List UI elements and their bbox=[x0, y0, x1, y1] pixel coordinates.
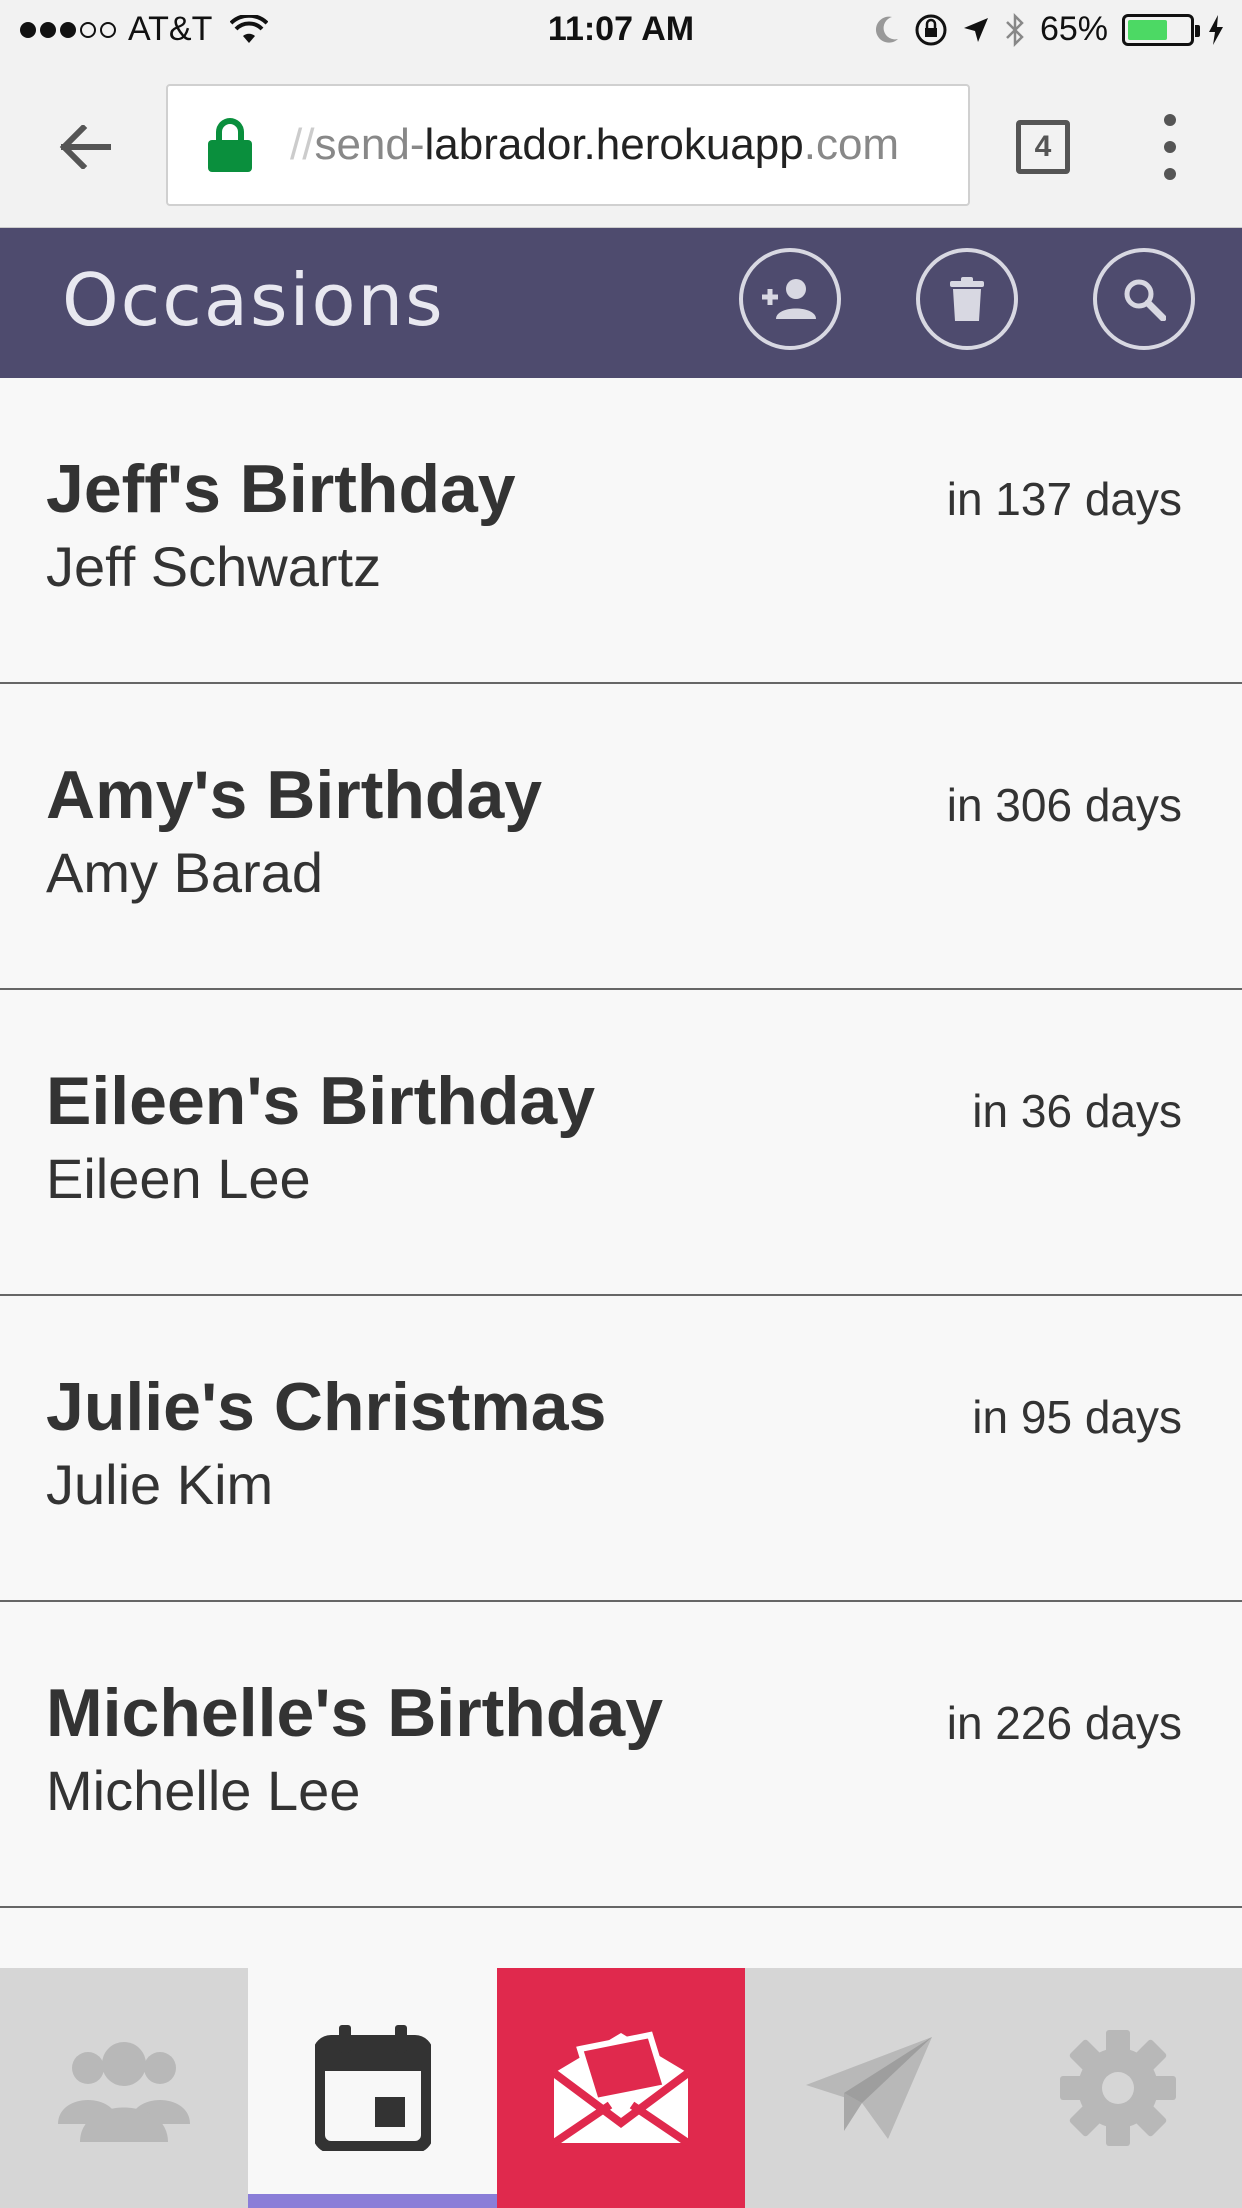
overflow-menu-button[interactable] bbox=[1152, 114, 1188, 180]
app-header: Occasions bbox=[0, 228, 1242, 378]
nav-sent[interactable] bbox=[745, 1968, 993, 2208]
battery-icon bbox=[1122, 13, 1200, 46]
nav-compose[interactable] bbox=[496, 1968, 746, 2208]
occasion-list: Jeff's Birthday Jeff Schwartz in 137 day… bbox=[0, 378, 1242, 1908]
nav-calendar[interactable] bbox=[248, 1968, 498, 2208]
envelope-icon bbox=[551, 2031, 691, 2147]
paper-plane-icon bbox=[806, 2037, 933, 2139]
list-item[interactable]: Julie's Christmas Julie Kim in 95 days bbox=[0, 1296, 1242, 1602]
add-person-icon bbox=[762, 279, 816, 319]
url-text: //send-labrador.herokuapp.com bbox=[290, 120, 900, 169]
page-title: Occasions bbox=[62, 258, 445, 342]
occasion-countdown: in 226 days bbox=[946, 1697, 1182, 1749]
occasion-title: Jeff's Birthday bbox=[46, 451, 516, 527]
occasion-title: Amy's Birthday bbox=[46, 757, 543, 833]
delete-button[interactable] bbox=[916, 248, 1018, 350]
add-person-button[interactable] bbox=[739, 248, 841, 350]
occasion-person: Eileen Lee bbox=[46, 1147, 311, 1210]
occasion-person: Michelle Lee bbox=[46, 1759, 361, 1822]
search-button[interactable] bbox=[1093, 248, 1195, 350]
occasion-person: Jeff Schwartz bbox=[46, 535, 382, 598]
arrow-left-icon bbox=[59, 125, 111, 169]
rotation-lock-icon bbox=[915, 14, 947, 45]
nav-settings[interactable] bbox=[994, 1968, 1242, 2208]
search-icon bbox=[1124, 279, 1166, 321]
list-item[interactable]: Eileen's Birthday Eileen Lee in 36 days bbox=[0, 990, 1242, 1296]
gear-icon bbox=[1059, 2030, 1176, 2146]
status-bar: AT&T 11:07 AM 65% bbox=[0, 0, 1242, 62]
location-arrow-icon bbox=[963, 17, 988, 42]
occasion-countdown: in 306 days bbox=[946, 779, 1182, 831]
tab-switcher-button[interactable]: 4 bbox=[1016, 120, 1070, 174]
occasion-countdown: in 137 days bbox=[946, 473, 1182, 525]
bluetooth-icon bbox=[1006, 12, 1024, 47]
occasion-person: Julie Kim bbox=[46, 1453, 274, 1516]
charging-bolt-icon bbox=[1209, 14, 1223, 45]
occasion-title: Michelle's Birthday bbox=[46, 1675, 664, 1751]
lock-icon bbox=[208, 118, 252, 172]
trash-icon bbox=[950, 277, 984, 321]
list-item[interactable]: Jeff's Birthday Jeff Schwartz in 137 day… bbox=[0, 378, 1242, 684]
occasion-title: Eileen's Birthday bbox=[46, 1063, 596, 1139]
list-item[interactable]: Michelle's Birthday Michelle Lee in 226 … bbox=[0, 1602, 1242, 1908]
calendar-icon bbox=[314, 2025, 431, 2151]
battery-percent: 65% bbox=[1039, 10, 1108, 48]
browser-toolbar: //send-labrador.herokuapp.com 4 bbox=[0, 62, 1242, 228]
people-icon bbox=[58, 2042, 191, 2142]
occasion-title: Julie's Christmas bbox=[46, 1369, 607, 1445]
occasion-countdown: in 36 days bbox=[972, 1085, 1182, 1137]
occasion-person: Amy Barad bbox=[46, 841, 323, 904]
list-item[interactable]: Amy's Birthday Amy Barad in 306 days bbox=[0, 684, 1242, 990]
address-bar[interactable]: //send-labrador.herokuapp.com bbox=[166, 84, 970, 206]
status-right: 65% bbox=[874, 10, 1224, 49]
nav-people[interactable] bbox=[0, 1968, 248, 2208]
occasion-countdown: in 95 days bbox=[972, 1391, 1182, 1443]
bottom-nav bbox=[0, 1968, 1242, 2208]
moon-icon bbox=[875, 16, 898, 43]
back-button[interactable] bbox=[50, 112, 120, 182]
